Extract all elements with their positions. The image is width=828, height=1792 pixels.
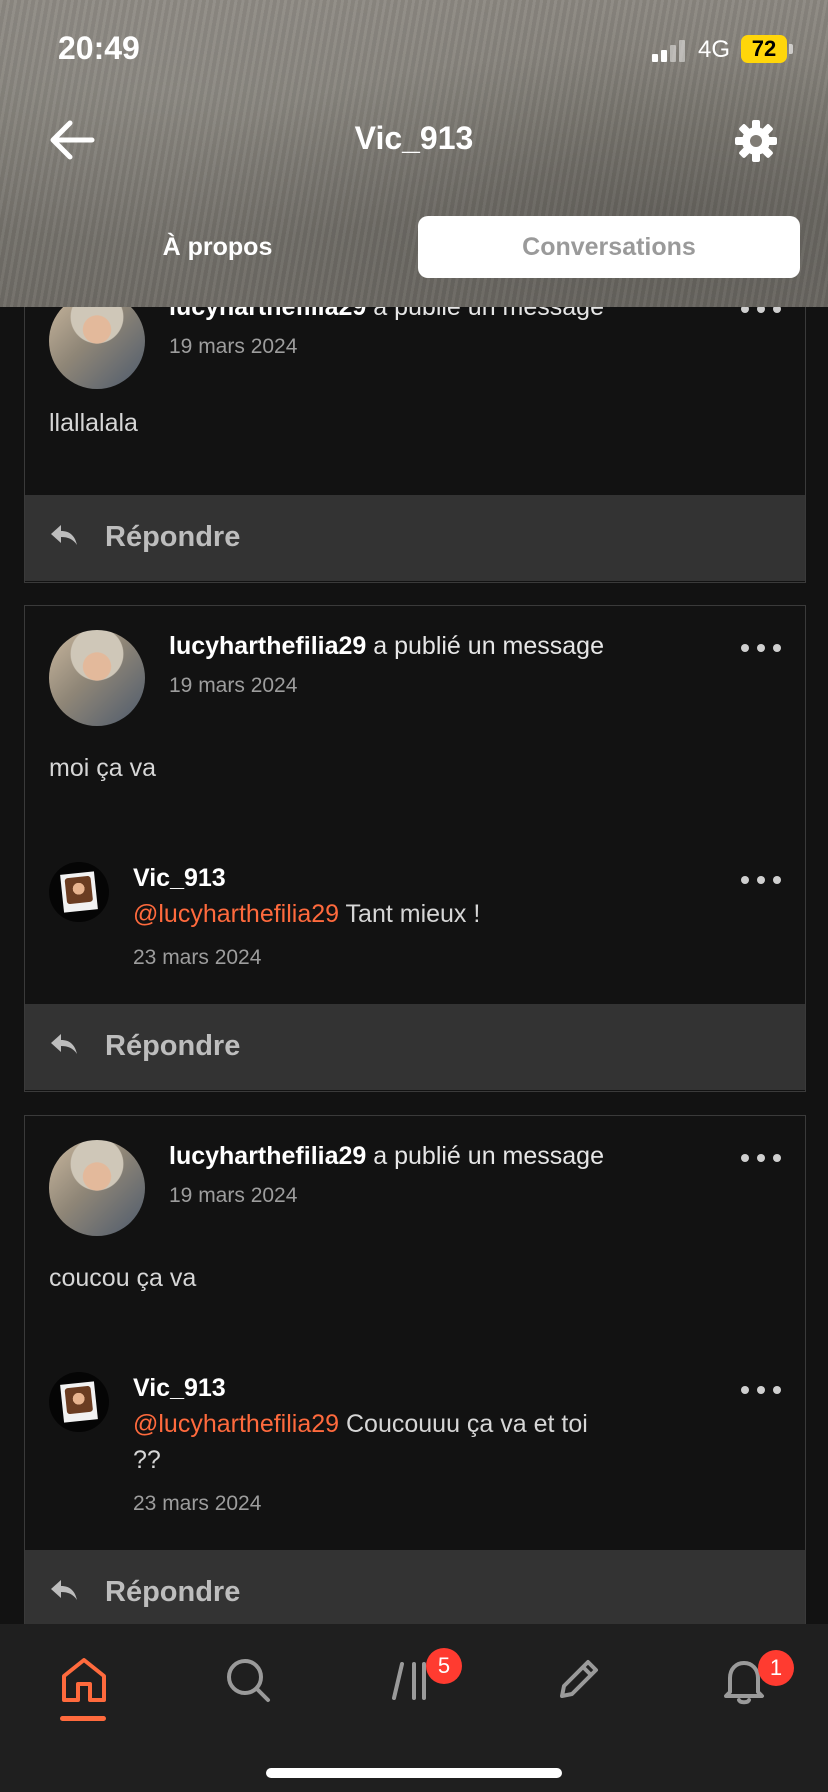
battery-level: 72 (751, 36, 777, 61)
network-type: 4G (698, 36, 731, 63)
post-body: coucou ça va (49, 1264, 197, 1292)
reply-author[interactable]: Vic_913 (133, 864, 226, 893)
post-card: lucyharthefilia29 a publié un message 19… (24, 605, 806, 1092)
tab-conversations[interactable]: Conversations (418, 216, 800, 278)
reply-label: Répondre (105, 521, 241, 553)
avatar[interactable] (49, 1140, 145, 1236)
avatar[interactable] (49, 630, 145, 726)
post-action: a publié un message (373, 1142, 604, 1170)
post-body: moi ça va (49, 754, 156, 782)
reply-author[interactable]: Vic_913 (133, 1374, 226, 1403)
post-date: 19 mars 2024 (169, 335, 298, 358)
reply-button[interactable]: Répondre (25, 1004, 805, 1090)
gear-icon[interactable] (733, 118, 779, 164)
post-body: llallalala (49, 409, 138, 437)
post-action: a publié un message (373, 632, 604, 660)
mention-link[interactable]: @lucyharthefilia29 (133, 1410, 339, 1438)
reply-message: Tant mieux ! (345, 900, 481, 928)
search-icon[interactable] (222, 1654, 274, 1706)
active-tab-indicator (60, 1716, 106, 1721)
bottom-nav: 5 1 (0, 1624, 828, 1792)
reply-label: Répondre (105, 1030, 241, 1062)
reply-icon (51, 1034, 77, 1054)
battery-icon: 72 (741, 35, 787, 63)
reply-date: 23 mars 2024 (133, 946, 262, 969)
reply-avatar[interactable] (49, 862, 109, 922)
status-time: 20:49 (58, 30, 140, 66)
reply-text: @lucyharthefilia29 Coucouuu ça va et toi… (133, 1406, 593, 1478)
post-author[interactable]: lucyharthefilia29 (169, 1142, 366, 1170)
reply-text: @lucyharthefilia29 Tant mieux ! (133, 896, 593, 932)
more-options-icon[interactable] (741, 644, 781, 656)
post-author[interactable]: lucyharthefilia29 (169, 632, 366, 660)
home-indicator (266, 1768, 562, 1778)
post-date: 19 mars 2024 (169, 674, 298, 697)
post-card: lucyharthefilia29 a publié un message 19… (24, 1115, 806, 1637)
more-options-icon[interactable] (741, 1154, 781, 1166)
signal-icon (652, 40, 688, 62)
reply-date: 23 mars 2024 (133, 1492, 262, 1515)
notification-badge: 1 (758, 1650, 794, 1686)
profile-header: 20:49 4G 72 Vic_913 À propos Conversatio… (0, 0, 828, 307)
battery-tip (789, 44, 793, 54)
reply-button[interactable]: Répondre (25, 495, 805, 581)
reply-label: Répondre (105, 1576, 241, 1608)
page-title: Vic_913 (354, 120, 474, 156)
library-badge: 5 (426, 1648, 462, 1684)
post-author-line: lucyharthefilia29 a publié un message (169, 1142, 604, 1171)
post-date: 19 mars 2024 (169, 1184, 298, 1207)
home-icon[interactable] (58, 1654, 110, 1706)
reply-icon (51, 1580, 77, 1600)
reply-avatar[interactable] (49, 1372, 109, 1432)
more-options-icon[interactable] (741, 1386, 781, 1398)
avatar[interactable] (49, 293, 145, 389)
more-options-icon[interactable] (741, 876, 781, 888)
reply-icon (51, 525, 77, 545)
post-author-line: lucyharthefilia29 a publié un message (169, 632, 604, 661)
tab-about[interactable]: À propos (20, 216, 415, 278)
mention-link[interactable]: @lucyharthefilia29 (133, 900, 339, 928)
pencil-icon[interactable] (552, 1654, 604, 1706)
